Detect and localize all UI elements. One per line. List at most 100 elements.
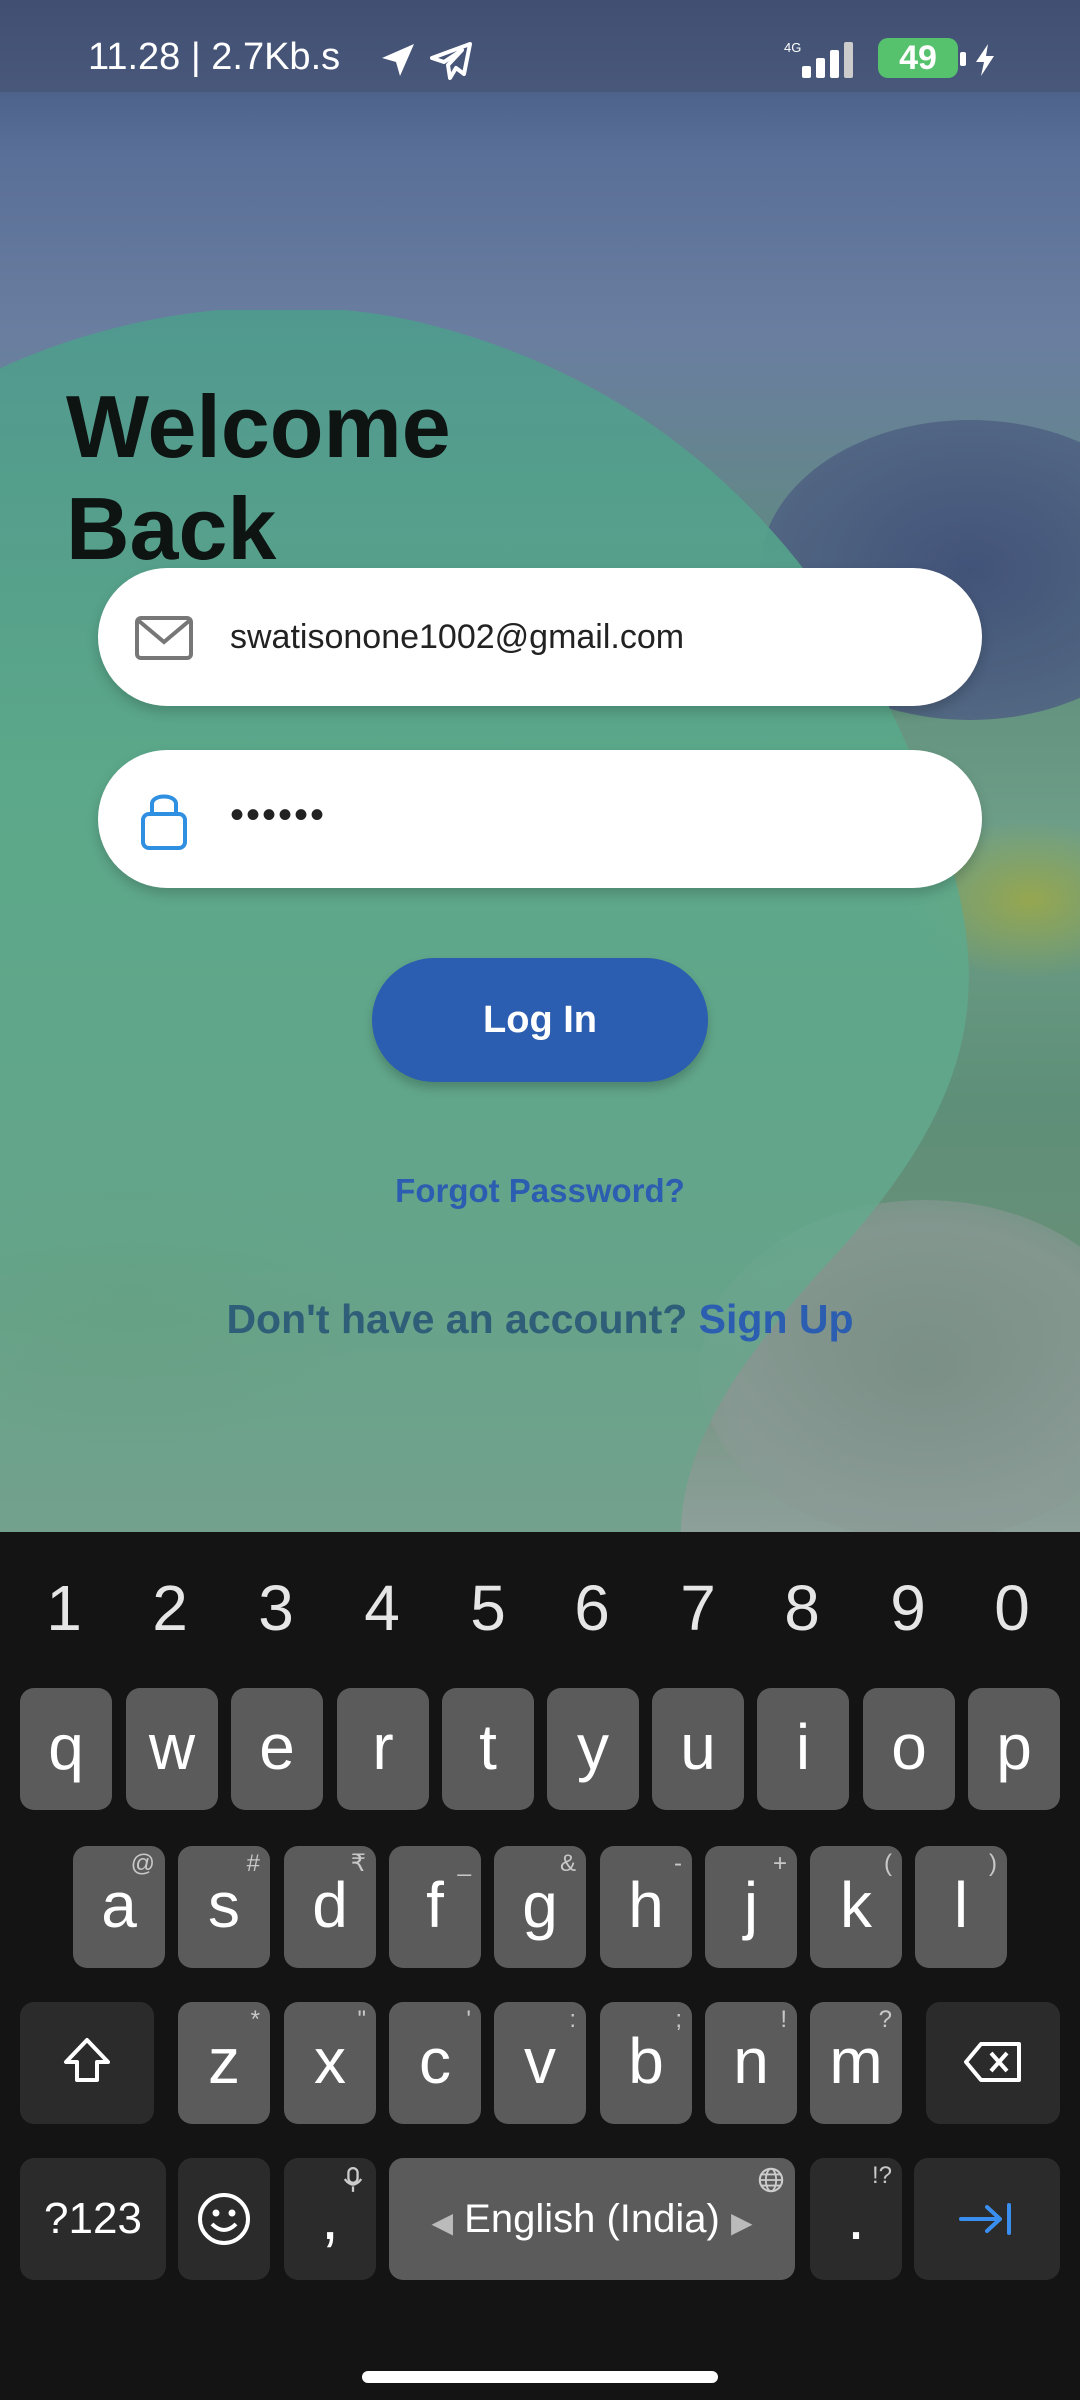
key-hint: ₹ (350, 1850, 366, 1877)
key-f[interactable]: f _ (389, 1846, 481, 1968)
key-z[interactable]: z * (178, 2002, 270, 2124)
key-letter: j (743, 1869, 759, 1941)
telegram-icon (430, 42, 472, 80)
key-hint: _ (457, 1850, 471, 1877)
key-9[interactable]: 9 (858, 1558, 958, 1658)
key-p[interactable]: p (968, 1688, 1060, 1810)
key-t[interactable]: t (442, 1688, 534, 1810)
key-n[interactable]: n! (705, 2002, 797, 2124)
key-c[interactable]: c ' (389, 2002, 481, 2124)
key-6[interactable]: 6 (542, 1558, 642, 1658)
signup-question: Don't have an account? (226, 1296, 688, 1342)
location-arrow-icon (382, 44, 414, 76)
key-hint: ! (780, 2006, 787, 2033)
backspace-icon (964, 2042, 1021, 2082)
key-l[interactable]: l) (915, 1846, 1007, 1968)
mic-icon (343, 2166, 363, 2192)
soft-keyboard: 1 2 3 4 5 6 7 8 9 0 q w e r t y u i o p … (0, 1532, 1080, 2400)
key-letter: a (101, 1869, 137, 1941)
key-hint: & (559, 1850, 576, 1877)
key-hint: ; (675, 2006, 682, 2033)
key-a[interactable]: a @ (73, 1846, 165, 1968)
key-s[interactable]: s # (178, 1846, 270, 1968)
signup-link[interactable]: Sign Up (699, 1296, 854, 1342)
period-key[interactable]: . !? (810, 2158, 902, 2280)
email-field[interactable]: swatisonone1002@gmail.com (98, 568, 982, 706)
number-row: 1 2 3 4 5 6 7 8 9 0 (0, 1558, 1080, 1658)
key-hint: ? (878, 2006, 892, 2033)
forgot-password-link[interactable]: Forgot Password? (0, 1172, 1080, 1210)
backspace-key[interactable] (926, 2002, 1060, 2124)
key-hint: @ (130, 1850, 155, 1877)
key-letter: n (733, 2025, 769, 2097)
key-letter: f (426, 1869, 444, 1941)
signup-prompt: Don't have an account? Sign Up (0, 1296, 1080, 1343)
key-0[interactable]: 0 (962, 1558, 1062, 1658)
key-letter: d (312, 1869, 348, 1941)
key-2[interactable]: 2 (120, 1558, 220, 1658)
key-i[interactable]: i (757, 1688, 849, 1810)
key-letter: l (953, 1869, 969, 1941)
key-u[interactable]: u (652, 1688, 744, 1810)
password-input-value[interactable]: •••••• (230, 746, 326, 884)
signal-icon (802, 42, 853, 78)
login-button[interactable]: Log In (372, 958, 708, 1082)
key-h[interactable]: h- (600, 1846, 692, 1968)
comma-key[interactable]: , (284, 2158, 376, 2280)
battery-tip (960, 52, 966, 66)
key-5[interactable]: 5 (438, 1558, 538, 1658)
home-indicator[interactable] (362, 2371, 718, 2383)
title-line-2: Back (66, 479, 277, 578)
key-7[interactable]: 7 (648, 1558, 748, 1658)
key-y[interactable]: y (547, 1688, 639, 1810)
key-g[interactable]: g & (494, 1846, 586, 1968)
key-m[interactable]: m? (810, 2002, 902, 2124)
emoji-key[interactable] (178, 2158, 270, 2280)
key-letter: z (208, 2025, 240, 2097)
next-key[interactable] (914, 2158, 1060, 2280)
mail-icon (135, 616, 193, 660)
key-hint: ) (989, 1850, 997, 1877)
key-letter: v (524, 2025, 556, 2097)
key-letter: c (419, 2025, 451, 2097)
key-j[interactable]: j + (705, 1846, 797, 1968)
key-w[interactable]: w (126, 1688, 218, 1810)
key-letter: b (628, 2025, 664, 2097)
key-r[interactable]: r (337, 1688, 429, 1810)
key-e[interactable]: e (231, 1688, 323, 1810)
key-hint: " (357, 2006, 366, 2033)
battery-level: 49 (878, 38, 958, 78)
lock-icon (141, 794, 187, 850)
title-line-1: Welcome (66, 377, 451, 476)
email-input-value[interactable]: swatisonone1002@gmail.com (230, 568, 684, 706)
key-3[interactable]: 3 (226, 1558, 326, 1658)
key-4[interactable]: 4 (332, 1558, 432, 1658)
comma-label: , (321, 2181, 339, 2253)
charging-icon (976, 44, 994, 76)
space-key[interactable]: ◀ English (India) ▶ (389, 2158, 795, 2280)
globe-icon (758, 2167, 784, 2193)
left-arrow-icon: ◀ (431, 2207, 454, 2238)
key-q[interactable]: q (20, 1688, 112, 1810)
key-letter: s (208, 1869, 240, 1941)
tab-next-icon (959, 2203, 1011, 2235)
key-v[interactable]: v: (494, 2002, 586, 2124)
key-letter: k (840, 1869, 872, 1941)
key-hint: + (772, 1850, 787, 1877)
shift-key[interactable] (20, 2002, 154, 2124)
right-arrow-icon: ▶ (730, 2207, 753, 2238)
key-hint: - (674, 1850, 682, 1877)
key-d[interactable]: d ₹ (284, 1846, 376, 1968)
period-label: . (847, 2181, 865, 2253)
symbols-key[interactable]: ?123 (20, 2158, 166, 2280)
key-x[interactable]: x " (284, 2002, 376, 2124)
shift-icon (64, 2038, 110, 2082)
key-k[interactable]: k( (810, 1846, 902, 1968)
password-field[interactable]: •••••• (98, 750, 982, 888)
key-b[interactable]: b; (600, 2002, 692, 2124)
key-letter: h (628, 1869, 664, 1941)
key-8[interactable]: 8 (752, 1558, 852, 1658)
key-hint: : (569, 2006, 576, 2033)
key-o[interactable]: o (863, 1688, 955, 1810)
key-1[interactable]: 1 (14, 1558, 114, 1658)
